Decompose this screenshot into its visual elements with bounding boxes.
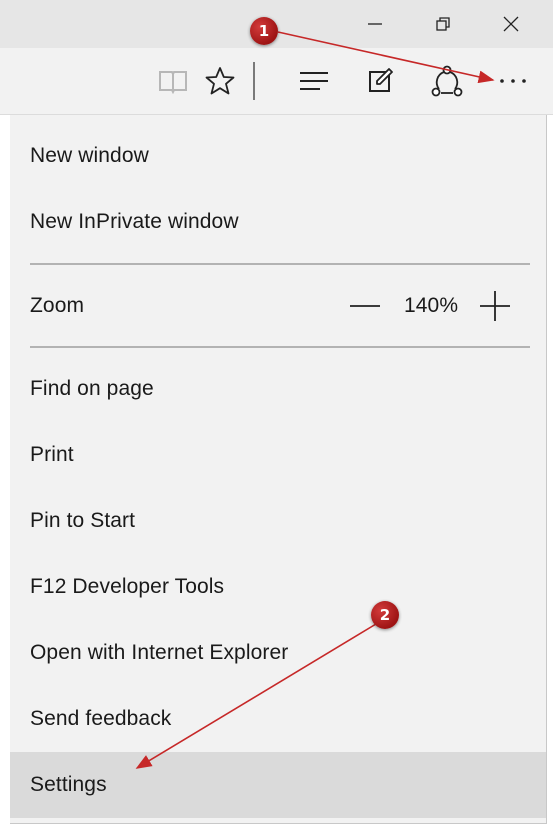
menu-item-print[interactable]: Print: [10, 422, 546, 488]
close-button[interactable]: [477, 0, 545, 48]
restore-icon: [436, 17, 450, 31]
reading-view-icon: [159, 71, 187, 94]
menu-item-label: Find on page: [30, 377, 154, 400]
plus-icon: [480, 291, 510, 321]
more-actions-menu: New window New InPrivate window Zoom 140…: [10, 115, 547, 824]
close-icon: [503, 16, 519, 32]
menu-divider: [30, 346, 530, 348]
menu-item-zoom: Zoom 140%: [10, 273, 546, 339]
menu-item-open-with-internet-explorer[interactable]: Open with Internet Explorer: [10, 620, 546, 686]
more-actions-button[interactable]: [491, 58, 535, 104]
favorite-star-icon: [205, 67, 235, 95]
web-note-button[interactable]: [359, 58, 403, 104]
web-note-icon: [369, 68, 393, 92]
menu-item-label: New window: [30, 144, 149, 167]
menu-item-label: Print: [30, 443, 74, 466]
menu-item-pin-to-start[interactable]: Pin to Start: [10, 488, 546, 554]
menu-item-send-feedback[interactable]: Send feedback: [10, 686, 546, 752]
minus-icon: [350, 305, 380, 307]
favorite-button[interactable]: [198, 58, 242, 104]
more-actions-icon: [500, 79, 526, 83]
menu-item-label: New InPrivate window: [30, 210, 239, 233]
menu-item-label: Settings: [30, 773, 107, 796]
share-icon: [431, 65, 463, 97]
step-marker-2: 2: [371, 601, 399, 629]
hub-button[interactable]: [292, 58, 336, 104]
hub-icon: [300, 72, 328, 90]
zoom-out-button[interactable]: [348, 295, 382, 317]
menu-item-find-on-page[interactable]: Find on page: [10, 356, 546, 422]
share-button[interactable]: [425, 58, 469, 104]
zoom-label: Zoom: [30, 294, 85, 317]
zoom-in-button[interactable]: [478, 290, 512, 322]
menu-item-developer-tools[interactable]: F12 Developer Tools: [10, 554, 546, 620]
minimize-button[interactable]: [341, 0, 409, 48]
minimize-icon: [368, 23, 382, 25]
menu-item-label: F12 Developer Tools: [30, 575, 225, 598]
menu-item-new-inprivate-window[interactable]: New InPrivate window: [10, 189, 546, 255]
menu-divider: [30, 263, 530, 265]
menu-item-label: Pin to Start: [30, 509, 136, 532]
page-content: [0, 115, 10, 830]
zoom-value: 140%: [404, 294, 459, 317]
menu-item-label: Send feedback: [30, 707, 172, 730]
menu-item-new-window[interactable]: New window: [10, 123, 546, 189]
toolbar-separator: [253, 62, 255, 100]
step-marker-1: 1: [250, 17, 278, 45]
restore-button[interactable]: [409, 0, 477, 48]
reading-view-button[interactable]: [151, 58, 195, 104]
menu-item-settings[interactable]: Settings: [10, 752, 546, 818]
browser-toolbar: [0, 48, 553, 115]
menu-item-label: Open with Internet Explorer: [30, 641, 289, 664]
